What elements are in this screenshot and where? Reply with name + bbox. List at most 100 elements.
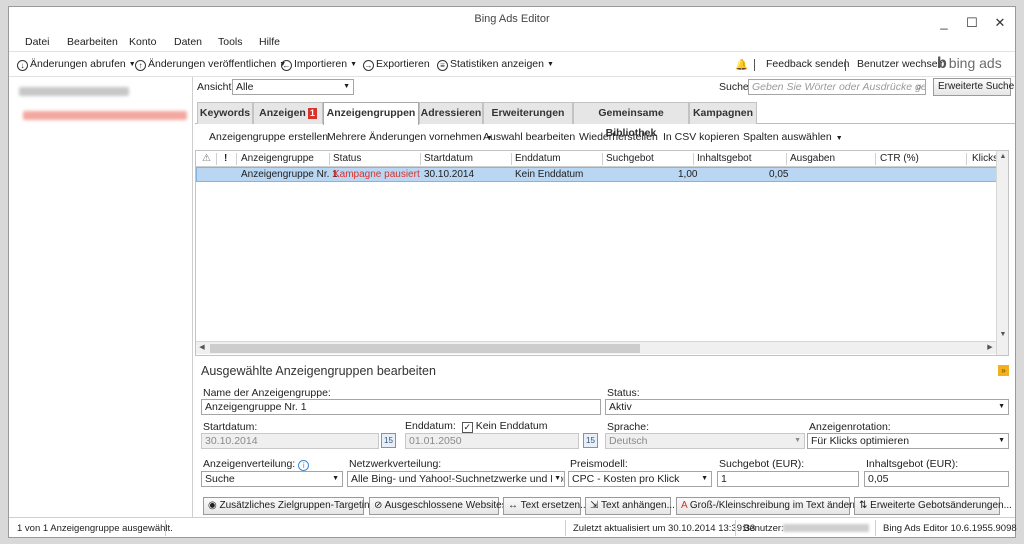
- scroll-down-icon[interactable]: ▼: [997, 329, 1008, 341]
- export-label: Exportieren: [376, 58, 430, 70]
- tab-keywords[interactable]: Keywords: [197, 102, 253, 124]
- tab-targeting[interactable]: Adressieren: [419, 102, 483, 124]
- name-input[interactable]: Anzeigengruppe Nr. 1: [201, 399, 601, 415]
- edit-selection-button[interactable]: Auswahl bearbeiten: [483, 131, 575, 143]
- menu-konto[interactable]: Konto: [129, 36, 156, 48]
- chevron-down-icon: ▼: [998, 437, 1005, 444]
- view-select[interactable]: Alle ▼: [232, 79, 354, 95]
- target-icon: ◉: [208, 500, 220, 511]
- maximize-button[interactable]: ☐: [961, 15, 983, 31]
- replace-text-button[interactable]: ↔ Text ersetzen...: [503, 497, 588, 515]
- menu-bar: Datei Bearbeiten Konto Daten Tools Hilfe: [9, 35, 1015, 51]
- search-bid-input[interactable]: 1: [717, 471, 859, 487]
- close-button[interactable]: ✕: [989, 15, 1011, 31]
- excluded-sites-button[interactable]: ⊘ Ausgeschlossene Websites...: [369, 497, 515, 515]
- rotation-select[interactable]: Für Klicks optimieren ▼: [807, 433, 1009, 449]
- scrollbar-thumb[interactable]: [210, 344, 640, 353]
- language-select[interactable]: Deutsch ▼: [605, 433, 805, 449]
- distribution-select[interactable]: Suche ▼: [201, 471, 343, 487]
- content-bid-input[interactable]: 0,05: [864, 471, 1009, 487]
- account-name-redacted[interactable]: [19, 87, 129, 96]
- menu-daten[interactable]: Daten: [174, 36, 202, 48]
- select-columns-button[interactable]: Spalten auswählen ▼: [743, 131, 843, 143]
- switch-user-button[interactable]: Benutzer wechseln: [857, 58, 946, 70]
- advanced-search-button[interactable]: Erweiterte Suche: [933, 78, 1014, 96]
- scroll-right-icon[interactable]: ▶: [984, 342, 996, 354]
- copy-csv-button[interactable]: In CSV kopieren: [663, 131, 739, 143]
- publish-changes-button[interactable]: ↑ Änderungen veröffentlichen ▼: [135, 58, 286, 71]
- cell-content-bid: 0,05: [769, 169, 789, 180]
- toolbar: ↓ Änderungen abrufen ▼ ↑ Änderungen veröffe…: [9, 51, 1015, 77]
- col-adgroup[interactable]: Anzeigengruppe: [241, 153, 314, 164]
- search-icon[interactable]: ⌕: [916, 80, 922, 94]
- action-bar: Anzeigengruppe erstellen Mehrere Änderun…: [195, 126, 1015, 148]
- campaign-name-redacted[interactable]: [23, 111, 187, 120]
- sort-icon[interactable]: ⚠: [202, 153, 211, 164]
- account-tree: [9, 77, 193, 517]
- grid-horizontal-scrollbar[interactable]: ◀ ▶: [196, 341, 996, 354]
- menu-datei[interactable]: Datei: [25, 36, 50, 48]
- info-icon[interactable]: i: [298, 460, 310, 471]
- no-end-date-checkbox[interactable]: ✓: [461, 422, 473, 433]
- view-value: Alle: [236, 81, 254, 93]
- cell-search-bid: 1,00: [678, 169, 698, 180]
- start-date-label: Startdatum:: [203, 421, 258, 433]
- import-label: Importieren: [294, 58, 348, 70]
- tab-ads[interactable]: Anzeigen 1: [253, 102, 323, 124]
- append-text-button[interactable]: ⇲ Text anhängen...: [585, 497, 675, 515]
- start-date-input[interactable]: 30.10.2014: [201, 433, 379, 449]
- table-row[interactable]: Anzeigengruppe Nr. 1 Kampagne pausiert 3…: [196, 167, 1002, 182]
- minimize-button[interactable]: _: [933, 15, 955, 30]
- name-value: Anzeigengruppe Nr. 1: [205, 401, 307, 413]
- status-bar: 1 von 1 Anzeigengruppe ausgewählt. Zulet…: [9, 517, 1017, 537]
- search-label: Suche: [719, 81, 749, 93]
- create-adgroup-button[interactable]: Anzeigengruppe erstellen: [209, 131, 328, 143]
- col-end-date[interactable]: Enddatum: [515, 153, 561, 164]
- pricing-select[interactable]: CPC - Kosten pro Klick ▼: [568, 471, 712, 487]
- collapse-icon[interactable]: »: [998, 365, 1009, 376]
- entity-tabs: Keywords Anzeigen 1 Anzeigengruppen Adres…: [195, 102, 1015, 139]
- export-button[interactable]: → Exportieren: [363, 58, 430, 71]
- search-bid-value: 1: [721, 473, 727, 485]
- search-input[interactable]: Geben Sie Wörter oder Ausdrücke getre ⌕: [748, 79, 926, 95]
- import-icon: ←: [281, 60, 292, 71]
- menu-tools[interactable]: Tools: [218, 36, 243, 48]
- bell-icon[interactable]: 🔔: [735, 58, 748, 71]
- export-icon: →: [363, 60, 374, 71]
- show-stats-button[interactable]: ≡ Statistiken anzeigen ▼: [437, 58, 554, 71]
- scroll-left-icon[interactable]: ◀: [196, 342, 208, 354]
- tab-adgroups[interactable]: Anzeigengruppen: [323, 102, 419, 125]
- grid-vertical-scrollbar[interactable]: ▲ ▼: [996, 151, 1008, 355]
- col-ctr[interactable]: CTR (%): [880, 153, 919, 164]
- col-search-bid[interactable]: Suchgebot: [606, 153, 654, 164]
- col-start-date[interactable]: Startdatum: [424, 153, 473, 164]
- change-case-button[interactable]: A Groß-/Kleinschreibung im Text ändern..…: [676, 497, 866, 515]
- end-date-input[interactable]: 01.01.2050: [405, 433, 579, 449]
- calendar-icon[interactable]: 15: [583, 433, 598, 448]
- advanced-bids-button[interactable]: ⇅ Erweiterte Gebotsänderungen...: [854, 497, 1012, 515]
- error-icon[interactable]: !: [224, 153, 227, 164]
- scroll-up-icon[interactable]: ▲: [997, 151, 1008, 163]
- tab-campaigns[interactable]: Kampagnen: [689, 102, 757, 124]
- feedback-button[interactable]: Feedback senden: [766, 58, 849, 70]
- no-end-date-label: Kein Enddatum: [475, 420, 548, 432]
- network-select[interactable]: Alle Bing- und Yahoo!-Suchnetzwerke und …: [347, 471, 565, 487]
- tab-shared-library[interactable]: Gemeinsame Bibliothek: [573, 102, 689, 139]
- targeting-button[interactable]: ◉ Zusätzliches Zielgruppen-Targeting...: [203, 497, 384, 515]
- menu-hilfe[interactable]: Hilfe: [259, 36, 280, 48]
- chevron-down-icon: ▼: [998, 403, 1005, 410]
- restore-button[interactable]: Wiederherstellen: [579, 131, 658, 143]
- calendar-icon[interactable]: 15: [381, 433, 396, 448]
- import-button[interactable]: ← Importieren ▼: [281, 58, 357, 71]
- app-version: Bing Ads Editor 10.6.1955.9098: [883, 523, 1017, 534]
- multi-edit-button[interactable]: Mehrere Änderungen vornehmen ▼: [327, 131, 493, 143]
- menu-bearbeiten[interactable]: Bearbeiten: [67, 36, 118, 48]
- col-status[interactable]: Status: [333, 153, 361, 164]
- get-changes-button[interactable]: ↓ Änderungen abrufen ▼: [17, 58, 136, 71]
- col-clicks[interactable]: Klicks: [972, 153, 998, 164]
- col-spend[interactable]: Ausgaben: [790, 153, 835, 164]
- status-select[interactable]: Aktiv ▼: [605, 399, 1009, 415]
- tab-extensions[interactable]: Erweiterungen: [483, 102, 573, 124]
- col-content-bid[interactable]: Inhaltsgebot: [697, 153, 752, 164]
- change-case-label: Groß-/Kleinschreibung im Text ändern...: [689, 500, 867, 511]
